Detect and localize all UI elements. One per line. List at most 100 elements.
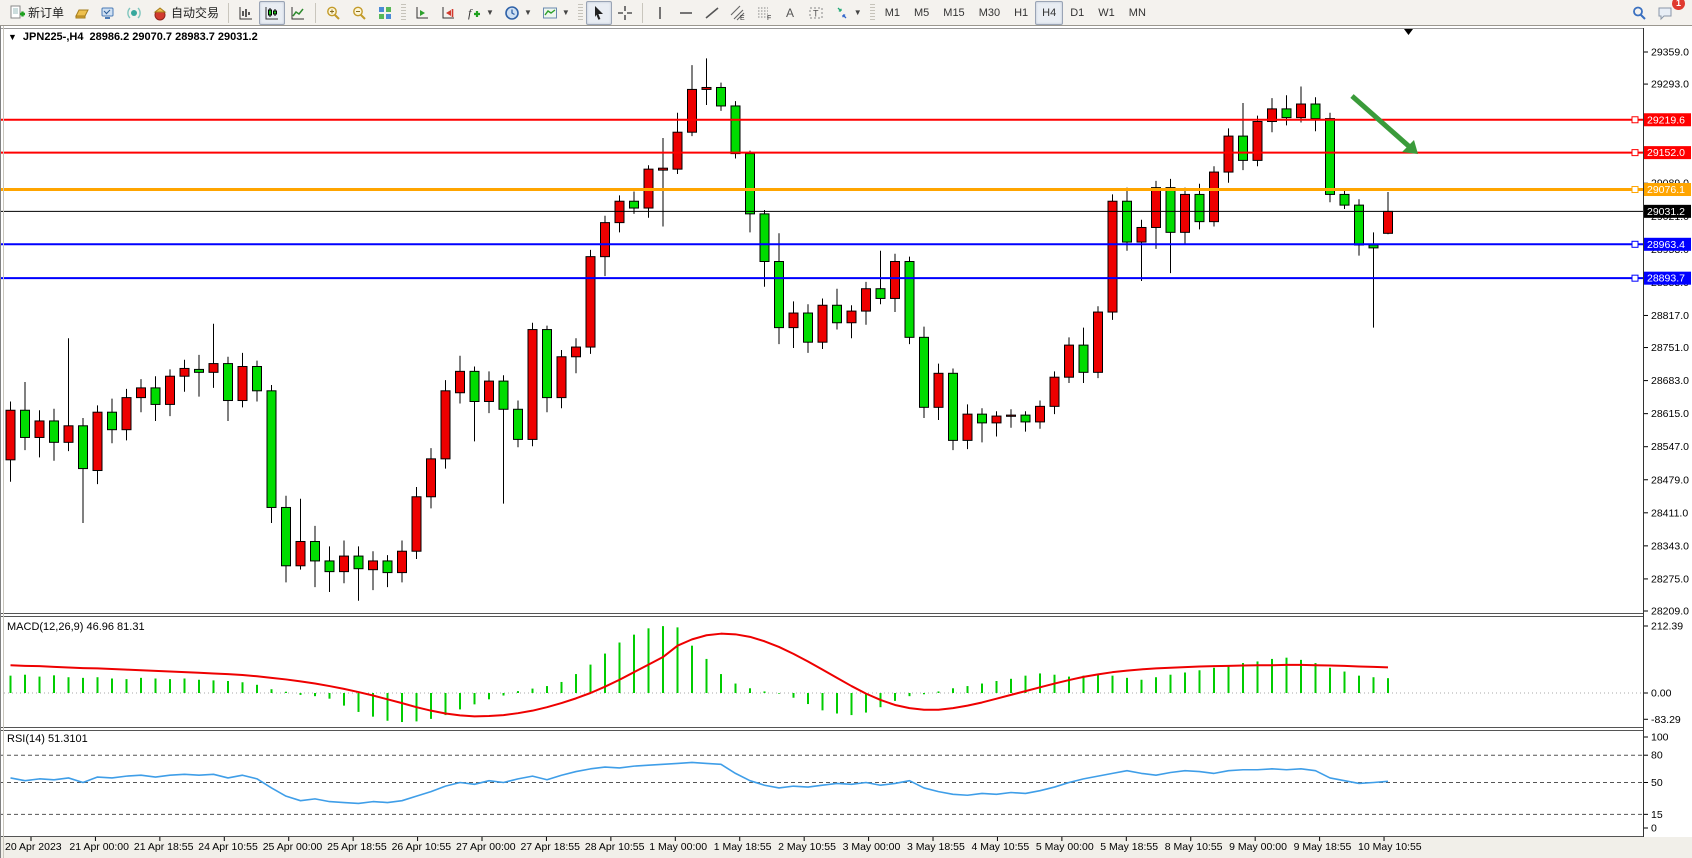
collapse-arrow-icon[interactable]: ▼ [8, 32, 17, 42]
price-tag-label: 28893.7 [1647, 273, 1685, 285]
cursor-icon [591, 5, 607, 21]
tick-chart-icon [238, 5, 254, 21]
svg-text:F: F [767, 15, 771, 21]
arrows-button[interactable]: ▼ [829, 1, 867, 25]
horizontal-line-button[interactable] [673, 1, 699, 25]
time-tick-label: 26 Apr 10:55 [392, 841, 452, 853]
search-button[interactable] [1626, 1, 1652, 25]
price-tick-label: 28817.0 [1651, 310, 1689, 322]
svg-text:T: T [813, 8, 819, 18]
price-tick-label: 28343.0 [1651, 540, 1689, 552]
cursor-button[interactable] [586, 1, 612, 25]
vertical-line-button[interactable] [647, 1, 673, 25]
candlestick-chart-button[interactable] [259, 1, 285, 25]
horizontal-line-icon [678, 5, 694, 21]
rsi-axis-label: 0 [1651, 823, 1657, 835]
timeframe-m1-button[interactable]: M1 [878, 1, 907, 25]
timeframe-d1-button[interactable]: D1 [1063, 1, 1091, 25]
price-tick-label: 28209.0 [1651, 606, 1689, 618]
time-tick-label: 20 Apr 2023 [5, 841, 62, 853]
fibonacci-icon: F [756, 5, 772, 21]
chart-shift-icon [440, 5, 456, 21]
search-icon [1631, 5, 1647, 21]
navigator-button[interactable] [95, 1, 121, 25]
tick-chart-button[interactable] [233, 1, 259, 25]
time-tick-label: 24 Apr 10:55 [198, 841, 258, 853]
price-tick-label: 29359.0 [1651, 47, 1689, 59]
toolbar-drag-handle[interactable] [401, 4, 406, 22]
timeframe-mn-button[interactable]: MN [1122, 1, 1153, 25]
toolbar-drag-handle[interactable] [578, 4, 583, 22]
svg-text:f: f [468, 6, 473, 20]
chat-icon [1657, 5, 1673, 21]
arrows-icon [834, 5, 850, 21]
timeframe-m15-button[interactable]: M15 [936, 1, 971, 25]
price-tick-label: 28751.0 [1651, 342, 1689, 354]
autotrading-button[interactable]: 自动交易 [147, 1, 224, 25]
chart-canvas[interactable]: 29359.029293.029225.029157.029089.029021… [0, 26, 1692, 858]
price-tick-label: 29293.0 [1651, 79, 1689, 91]
macd-indicator-label: MACD(12,26,9) 46.96 81.31 [7, 621, 145, 633]
text-label-button[interactable]: T [803, 1, 829, 25]
market-watch-button[interactable] [69, 1, 95, 25]
time-tick-label: 28 Apr 10:55 [585, 841, 645, 853]
zoom-in-button[interactable] [320, 1, 346, 25]
trendline-button[interactable] [699, 1, 725, 25]
chat-button[interactable]: 1 [1652, 1, 1678, 25]
templates-button[interactable]: ▼ [537, 1, 575, 25]
chart-symbol-title: ▼ JPN225-,H4 28986.2 29070.7 28983.7 290… [8, 31, 258, 43]
ohlc-values: 28986.2 29070.7 28983.7 29031.2 [89, 31, 257, 43]
crosshair-button[interactable] [612, 1, 638, 25]
time-tick-label: 25 Apr 00:00 [263, 841, 323, 853]
tile-windows-icon [377, 5, 393, 21]
equidistant-channel-button[interactable]: E [725, 1, 751, 25]
price-tick-label: 28411.0 [1651, 507, 1688, 519]
time-tick-label: 10 May 10:55 [1358, 841, 1422, 853]
indicators-button[interactable]: f ▼ [461, 1, 499, 25]
text-button[interactable]: A [777, 1, 803, 25]
time-tick-label: 27 Apr 00:00 [456, 841, 516, 853]
new-order-label: 新订单 [28, 4, 64, 21]
rsi-axis-label: 50 [1651, 777, 1663, 789]
price-tick-label: 28275.0 [1651, 573, 1689, 585]
toolbar-separator [228, 3, 229, 23]
chart-plot-area[interactable] [0, 28, 1643, 613]
fibonacci-button[interactable]: F [751, 1, 777, 25]
autotrading-label: 自动交易 [171, 4, 219, 21]
signals-button[interactable] [121, 1, 147, 25]
periods-button[interactable]: ▼ [499, 1, 537, 25]
time-tick-label: 9 May 18:55 [1294, 841, 1352, 853]
chevron-down-icon: ▼ [486, 8, 494, 17]
line-chart-icon [290, 5, 306, 21]
macd-axis-label: -83.29 [1651, 714, 1681, 726]
zoom-out-icon [351, 5, 367, 21]
line-chart-button[interactable] [285, 1, 311, 25]
templates-icon [542, 5, 558, 21]
rsi-indicator-label: RSI(14) 51.3101 [7, 733, 88, 745]
toolbar-drag-handle[interactable] [870, 4, 875, 22]
text-label-icon: T [808, 5, 824, 21]
chart-window: 29359.029293.029225.029157.029089.029021… [0, 26, 1692, 858]
mt4-window: { "toolbar": { "new_order": "新订单", "auto… [0, 0, 1692, 858]
tile-windows-button[interactable] [372, 1, 398, 25]
periods-clock-icon [504, 5, 520, 21]
chart-shift-button[interactable] [435, 1, 461, 25]
autoscroll-button[interactable] [409, 1, 435, 25]
timeframe-h1-button[interactable]: H1 [1007, 1, 1035, 25]
timeframe-m30-button[interactable]: M30 [972, 1, 1007, 25]
autotrading-icon [152, 5, 168, 21]
chevron-down-icon: ▼ [854, 8, 862, 17]
signals-icon [126, 5, 142, 21]
price-tag-label: 29076.1 [1647, 184, 1685, 196]
market-watch-icon [74, 5, 90, 21]
timeframe-h4-button[interactable]: H4 [1035, 1, 1063, 25]
time-tick-label: 4 May 10:55 [971, 841, 1029, 853]
zoom-out-button[interactable] [346, 1, 372, 25]
chevron-down-icon: ▼ [524, 8, 532, 17]
macd-axis-label: 212.39 [1651, 620, 1683, 632]
crosshair-icon [617, 5, 633, 21]
timeframe-m5-button[interactable]: M5 [907, 1, 936, 25]
timeframe-w1-button[interactable]: W1 [1091, 1, 1122, 25]
new-order-button[interactable]: 新订单 [4, 1, 69, 25]
time-tick-label: 3 May 18:55 [907, 841, 965, 853]
